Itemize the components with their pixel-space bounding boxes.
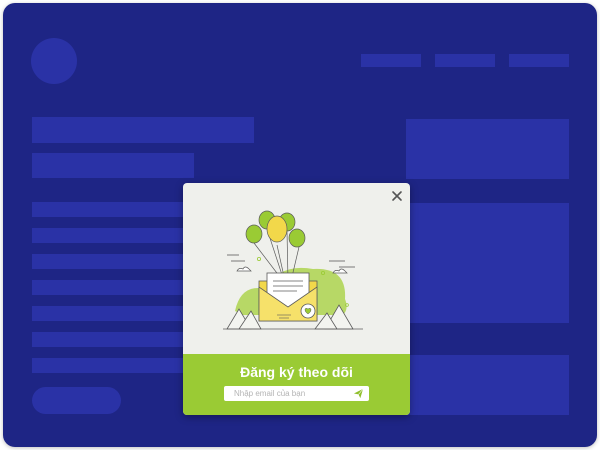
logo-placeholder [31,38,77,84]
envelope-balloons-illustration [223,210,363,330]
card-placeholder [406,203,569,323]
nav-item-placeholder [435,54,495,67]
nav-item-placeholder [361,54,421,67]
nav-item-placeholder [509,54,569,67]
subscribe-title: Đăng ký theo dõi [240,364,353,380]
card-placeholder [406,355,569,415]
email-input[interactable] [224,386,349,401]
close-icon[interactable] [390,189,404,203]
email-field-container [224,386,369,401]
text-line-placeholder [32,202,192,217]
text-line-placeholder [32,306,192,321]
send-icon[interactable] [353,388,364,399]
subscribe-popup: Đăng ký theo dõi [183,183,410,415]
heading-placeholder [32,117,254,143]
heading-placeholder [32,153,194,178]
button-placeholder [32,387,121,414]
text-line-placeholder [32,228,192,243]
text-line-placeholder [32,254,192,269]
text-line-placeholder [32,332,192,347]
subscribe-footer: Đăng ký theo dõi [183,354,410,415]
text-line-placeholder [32,280,192,295]
text-line-placeholder [32,358,192,373]
card-placeholder [406,119,569,179]
